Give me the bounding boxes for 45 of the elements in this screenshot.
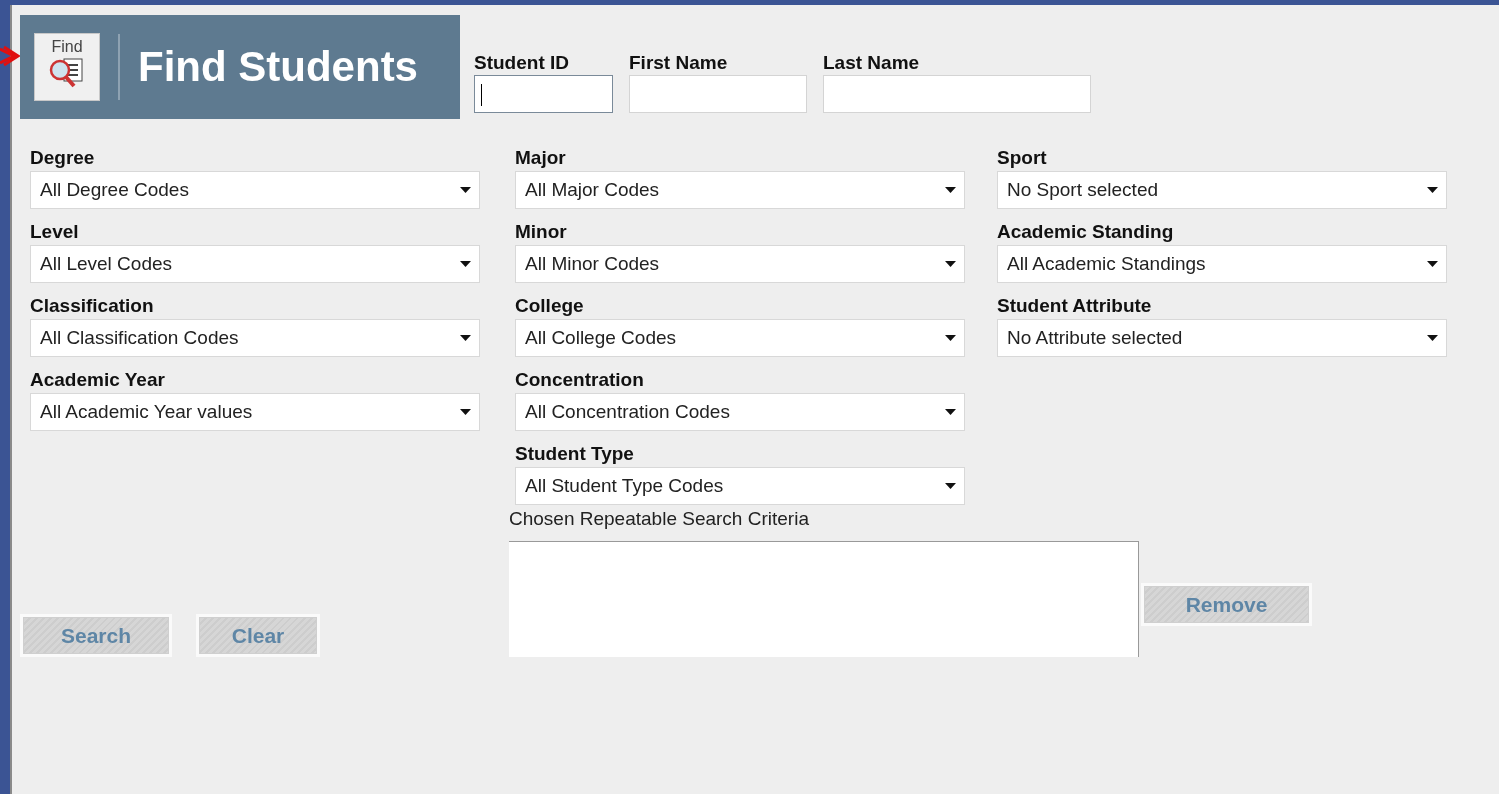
caret-icon: [945, 483, 956, 489]
dropdown[interactable]: All Academic Standings: [997, 245, 1447, 283]
field-label: Degree: [30, 146, 96, 170]
caret-icon: [945, 261, 956, 267]
criteria-label: Chosen Repeatable Search Criteria: [509, 507, 810, 531]
field-label: Academic Standing: [997, 220, 1175, 244]
field-label: Student Type: [515, 442, 635, 466]
dropdown[interactable]: All Classification Codes: [30, 319, 480, 357]
dropdown[interactable]: All Concentration Codes: [515, 393, 965, 431]
dropdown[interactable]: All Level Codes: [30, 245, 480, 283]
field-label: College: [515, 294, 585, 318]
dropdown[interactable]: No Attribute selected: [997, 319, 1447, 357]
field-label: Last Name: [823, 51, 921, 75]
caret-icon: [1427, 261, 1438, 267]
caret-icon: [1427, 335, 1438, 341]
dropdown[interactable]: All Student Type Codes: [515, 467, 965, 505]
caret-icon: [945, 187, 956, 193]
caret-icon: [460, 261, 471, 267]
input-field[interactable]: [474, 75, 613, 113]
field-label: Academic Year: [30, 368, 166, 392]
criteria-list[interactable]: [509, 541, 1139, 657]
field-label: Student ID: [474, 51, 570, 75]
page-title: Find Students: [138, 43, 418, 91]
dropdown[interactable]: All College Codes: [515, 319, 965, 357]
caret-icon: [460, 335, 471, 341]
caret-icon: [1427, 187, 1438, 193]
field-label: Level: [30, 220, 80, 244]
dropdown[interactable]: All Academic Year values: [30, 393, 480, 431]
caret-icon: [945, 335, 956, 341]
field-label: Concentration: [515, 368, 645, 392]
field-label: Major: [515, 146, 567, 170]
dropdown[interactable]: All Minor Codes: [515, 245, 965, 283]
caret-icon: [460, 409, 471, 415]
dropdown[interactable]: No Sport selected: [997, 171, 1447, 209]
caret-icon: [460, 187, 471, 193]
caret-icon: [945, 409, 956, 415]
field-label: Student Attribute: [997, 294, 1153, 318]
dropdown[interactable]: All Degree Codes: [30, 171, 480, 209]
field-label: Classification: [30, 294, 155, 318]
field-label: First Name: [629, 51, 729, 75]
field-label: Minor: [515, 220, 568, 244]
arrow-icon: [0, 45, 20, 67]
find-button[interactable]: Find: [34, 33, 100, 101]
field-label: Sport: [997, 146, 1048, 170]
dropdown[interactable]: All Major Codes: [515, 171, 965, 209]
